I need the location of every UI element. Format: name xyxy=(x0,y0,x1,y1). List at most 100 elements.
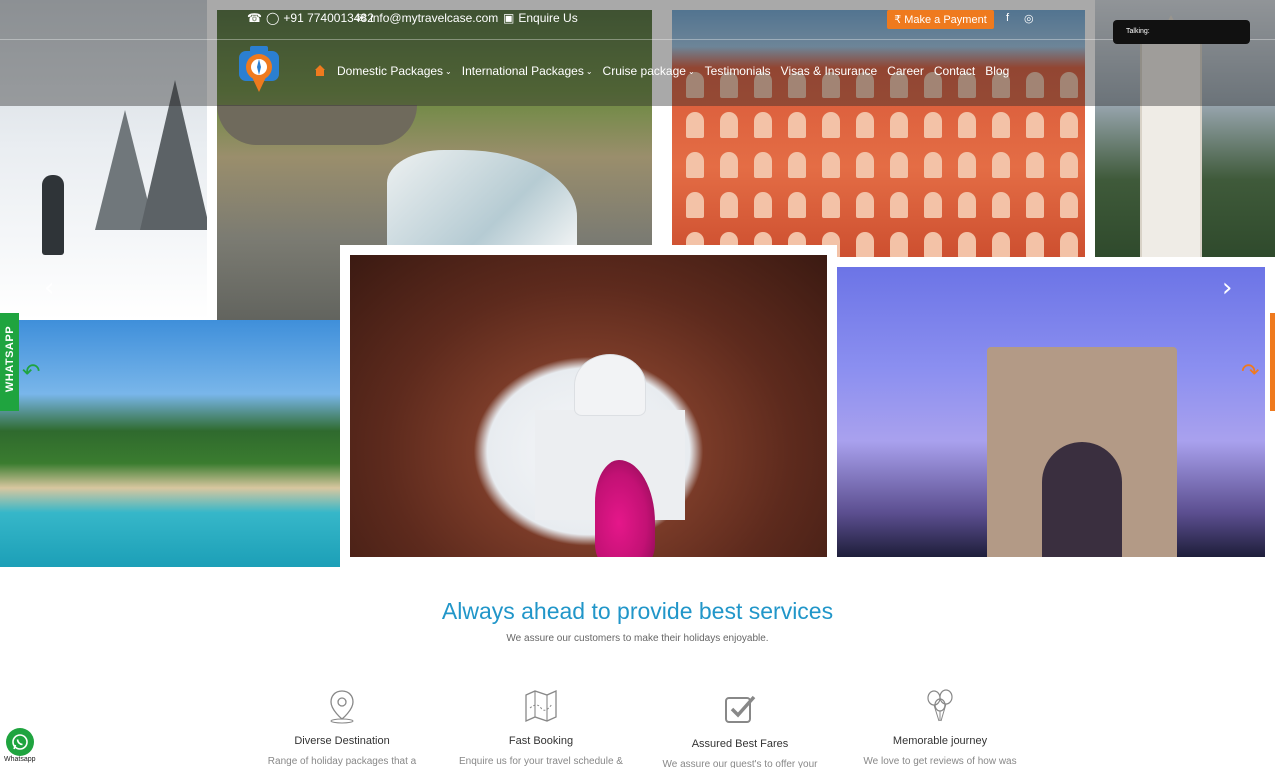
email-contact[interactable]: ✉ info@mytravelcase.com xyxy=(356,11,498,25)
chevron-down-icon: ⌄ xyxy=(585,66,593,76)
service-title: Fast Booking xyxy=(508,735,574,747)
enquiry-side-tab[interactable] xyxy=(1270,313,1275,411)
window-shape xyxy=(788,112,806,138)
window-shape xyxy=(924,232,942,258)
window-shape xyxy=(958,232,976,258)
nav-label: Blog xyxy=(985,64,1010,78)
talk-widget[interactable]: Talking: xyxy=(1113,20,1250,44)
window-shape xyxy=(822,112,840,138)
window-shape xyxy=(992,112,1010,138)
window-shape xyxy=(856,232,874,258)
nav-label: Cruise package xyxy=(602,64,686,78)
window-shape xyxy=(720,112,738,138)
whatsapp-side-tab[interactable]: WHATSAPP xyxy=(0,313,19,411)
window-shape xyxy=(1026,232,1044,258)
service-card: Assured Best Fares We assure our guest's… xyxy=(645,688,835,768)
whatsapp-float-button[interactable] xyxy=(6,728,34,756)
briefcase-icon: ▣ xyxy=(503,11,515,25)
window-shape xyxy=(1060,192,1078,218)
nav-item-testimonials[interactable]: Testimonials xyxy=(705,64,771,78)
nav-label: Testimonials xyxy=(704,64,771,78)
prev-slide-arrow[interactable]: ‹ xyxy=(44,275,64,301)
service-card: Fast Booking Enquire us for your travel … xyxy=(446,688,636,767)
nav-item-blog[interactable]: Blog xyxy=(985,64,1009,78)
window-shape xyxy=(720,192,738,218)
service-desc: Range of holiday packages that a xyxy=(267,756,417,767)
window-shape xyxy=(822,192,840,218)
curved-arrow-icon: ↶ xyxy=(22,360,41,385)
window-shape xyxy=(720,152,738,178)
window-shape xyxy=(890,192,908,218)
window-shape xyxy=(992,192,1010,218)
window-shape xyxy=(924,112,942,138)
window-shape xyxy=(686,192,704,218)
hiker-figure xyxy=(42,175,64,255)
window-shape xyxy=(822,152,840,178)
chevron-down-icon: ⌄ xyxy=(445,66,452,76)
talk-label: Talking: xyxy=(1126,28,1150,35)
chevron-down-icon: ⌄ xyxy=(687,66,695,76)
taj-mahal-photo xyxy=(340,245,837,567)
nav-item-visas[interactable]: Visas & Insurance xyxy=(781,64,878,78)
envelope-icon: ✉ xyxy=(356,11,367,25)
window-shape xyxy=(1026,112,1044,138)
nav-label: Contact xyxy=(933,64,976,78)
enquire-label: Enquire Us xyxy=(518,11,578,25)
window-shape xyxy=(1026,152,1044,178)
window-shape xyxy=(788,152,806,178)
india-gate-photo xyxy=(827,257,1275,567)
window-shape xyxy=(788,192,806,218)
window-shape xyxy=(1060,232,1078,258)
window-shape xyxy=(1060,112,1078,138)
services-heading: Always ahead to provide best services xyxy=(441,598,834,624)
map-icon xyxy=(525,689,557,723)
enquire-link[interactable]: ▣ Enquire Us xyxy=(503,11,578,25)
window-shape xyxy=(958,152,976,178)
home-icon[interactable] xyxy=(314,65,326,77)
email-address: info@mytravelcase.com xyxy=(370,11,499,25)
service-desc: We assure our guest's to offer your xyxy=(662,759,818,768)
window-shape xyxy=(754,152,772,178)
site-header: ☎ ◯ +91 7740013482 ✉ info@mytravelcase.c… xyxy=(0,0,1275,106)
window-shape xyxy=(890,112,908,138)
window-shape xyxy=(754,112,772,138)
window-shape xyxy=(992,152,1010,178)
nav-item-cruise[interactable]: Cruise package ⌄ xyxy=(603,64,695,78)
nav-label: International Packages xyxy=(461,64,584,78)
divider xyxy=(0,39,1275,40)
service-desc: We love to get reviews of how was xyxy=(863,756,1017,767)
next-slide-arrow[interactable]: › xyxy=(1222,275,1242,301)
window-shape xyxy=(754,192,772,218)
whatsapp-icon: ◯ xyxy=(265,11,280,25)
window-shape xyxy=(924,192,942,218)
service-card: Diverse Destination Range of holiday pac… xyxy=(247,688,437,767)
facebook-icon[interactable]: f xyxy=(1006,12,1009,24)
nav-item-domestic[interactable]: Domestic Packages ⌄ xyxy=(337,64,452,78)
phone-contact[interactable]: ☎ ◯ +91 7740013482 xyxy=(247,11,374,25)
taj-dome xyxy=(575,355,645,415)
window-shape xyxy=(924,152,942,178)
bridge-shape xyxy=(217,105,417,145)
window-shape xyxy=(1060,152,1078,178)
rupee-icon: ₹ xyxy=(894,14,902,26)
nav-item-career[interactable]: Career xyxy=(887,64,924,78)
whatsapp-float-label: Whatsapp xyxy=(4,756,36,763)
nav-item-international[interactable]: International Packages ⌄ xyxy=(462,64,593,78)
nav-item-contact[interactable]: Contact xyxy=(934,64,975,78)
beach-photo xyxy=(0,320,340,567)
nav-label: Career xyxy=(887,64,924,78)
make-payment-button[interactable]: ₹ Make a Payment xyxy=(887,10,994,29)
window-shape xyxy=(856,152,874,178)
service-title: Memorable journey xyxy=(892,735,988,747)
services-subtitle: We assure our customers to make their ho… xyxy=(506,633,769,644)
curved-arrow-icon: ↷ xyxy=(1241,360,1260,385)
window-shape xyxy=(890,232,908,258)
window-shape xyxy=(890,152,908,178)
service-title: Diverse Destination xyxy=(294,735,390,747)
window-shape xyxy=(686,152,704,178)
service-desc: Enquire us for your travel schedule & xyxy=(459,756,623,767)
site-logo[interactable] xyxy=(236,45,282,93)
window-shape xyxy=(958,192,976,218)
instagram-icon[interactable]: ◎ xyxy=(1024,12,1034,25)
arch-shape xyxy=(987,347,1177,557)
